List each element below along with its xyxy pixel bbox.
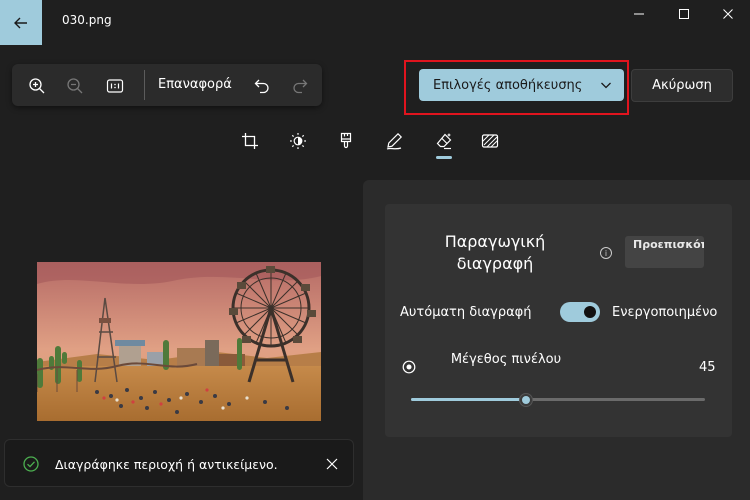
close-window-button[interactable] xyxy=(706,0,750,28)
back-button[interactable] xyxy=(0,0,42,45)
amusement-park-image xyxy=(37,262,321,421)
close-icon xyxy=(723,9,733,19)
erase-tool-button[interactable] xyxy=(432,129,456,153)
minimize-button[interactable] xyxy=(617,0,661,28)
arrow-left-icon xyxy=(14,17,27,28)
pen-icon xyxy=(386,132,403,150)
toolbar-divider xyxy=(144,70,145,100)
active-tool-indicator xyxy=(436,156,452,159)
notification-toast: Διαγράφηκε περιοχή ή αντικείμενο. xyxy=(4,439,354,487)
filter-tool-button[interactable] xyxy=(334,129,358,153)
auto-erase-state: Ενεργοποιημένο xyxy=(612,305,718,320)
background-tool-button[interactable] xyxy=(478,129,502,153)
brush-size-slider-thumb[interactable] xyxy=(519,393,533,407)
auto-erase-label: Αυτόματη διαγραφή xyxy=(400,305,532,320)
undo-button[interactable] xyxy=(249,73,275,99)
highlight-annotation xyxy=(404,60,629,115)
zoom-in-button[interactable] xyxy=(24,73,50,99)
filter-icon xyxy=(340,132,352,149)
zoom-out-button[interactable] xyxy=(62,73,88,99)
redo-button[interactable] xyxy=(287,73,313,99)
adjust-tool-button[interactable] xyxy=(286,129,310,153)
redo-icon xyxy=(293,79,308,94)
brush-size-value: 45 xyxy=(699,360,716,375)
brush-size-label: Μέγεθος πινέλου xyxy=(450,352,562,367)
generative-erase-title: Παραγωγική διαγραφή xyxy=(444,232,546,273)
actual-size-button[interactable] xyxy=(102,73,128,99)
crop-icon xyxy=(242,133,258,149)
zoom-toolbar: Επαναφορά xyxy=(12,64,322,106)
brightness-icon xyxy=(290,133,306,149)
toast-message: Διαγράφηκε περιοχή ή αντικείμενο. xyxy=(55,457,278,472)
crop-tool-button[interactable] xyxy=(238,129,262,153)
check-circle-icon xyxy=(23,456,39,472)
minimize-icon xyxy=(634,13,644,15)
brush-size-icon xyxy=(402,359,416,374)
reset-button[interactable]: Επαναφορά xyxy=(158,77,232,92)
photo-canvas[interactable] xyxy=(37,262,321,421)
maximize-button[interactable] xyxy=(662,0,706,28)
toggle-knob xyxy=(584,306,596,318)
brush-size-slider-fill xyxy=(411,398,526,401)
cancel-button[interactable]: Ακύρωση xyxy=(631,69,733,102)
zoom-out-icon xyxy=(67,78,83,94)
actual-size-icon xyxy=(106,79,124,93)
undo-icon xyxy=(254,79,269,94)
maximize-icon xyxy=(679,9,689,19)
background-icon xyxy=(481,134,499,148)
window-title: 030.png xyxy=(62,13,112,27)
markup-tool-button[interactable] xyxy=(382,129,406,153)
auto-erase-toggle[interactable] xyxy=(560,302,600,322)
eraser-icon xyxy=(436,133,452,150)
zoom-in-icon xyxy=(29,78,45,94)
close-toast-icon[interactable] xyxy=(325,457,339,471)
info-icon[interactable]: i xyxy=(600,247,612,259)
preview-badge: Προεπισκόπηση xyxy=(625,236,704,268)
